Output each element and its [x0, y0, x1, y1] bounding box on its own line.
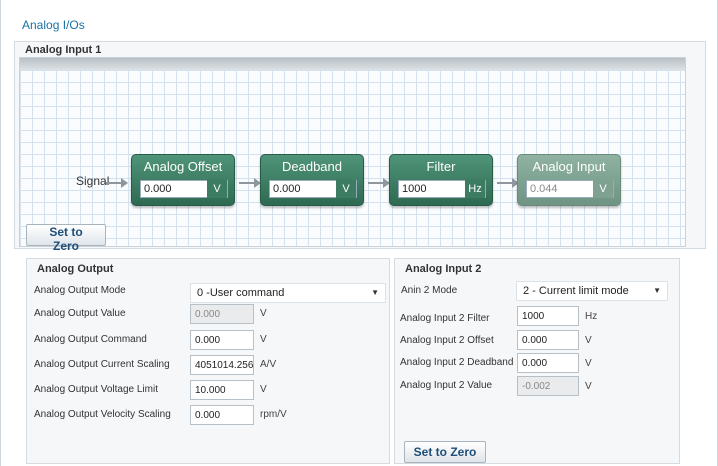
analog-output-command-field[interactable]	[190, 330, 254, 350]
dropdown-arrow-icon: ▼	[371, 288, 379, 297]
analog-input-2-deadband-field[interactable]	[517, 353, 579, 373]
analog-input-unit: V	[593, 180, 613, 198]
analog-input-block: Analog Input V	[517, 154, 621, 206]
analog-input-2-filter-label: Analog Input 2 Filter	[400, 313, 490, 324]
analog-output-current-scaling-field[interactable]	[190, 355, 254, 375]
analog-input-2-offset-label: Analog Input 2 Offset	[400, 335, 494, 346]
dropdown-arrow-icon: ▼	[653, 286, 661, 295]
analog-output-current-scaling-label: Analog Output Current Scaling	[34, 359, 170, 370]
filter-input[interactable]	[399, 181, 463, 197]
analog-output-velocity-scaling-unit: rpm/V	[260, 409, 287, 420]
deadband-block: Deadband V	[260, 154, 364, 206]
deadband-unit: V	[336, 180, 356, 198]
analog-input-2-set-to-zero-button[interactable]: Set to Zero	[404, 441, 486, 463]
analog-offset-title: Analog Offset	[143, 159, 223, 174]
arrow-right-icon	[239, 178, 261, 188]
analog-input-2-value-unit: V	[585, 381, 592, 392]
analog-offset-unit: V	[207, 180, 227, 198]
filter-block: Filter Hz	[389, 154, 493, 206]
deadband-input[interactable]	[270, 181, 334, 197]
page-title: Analog I/Os	[22, 18, 85, 32]
analog-input-2-deadband-unit: V	[585, 358, 592, 369]
analog-output-value-label: Analog Output Value	[34, 308, 126, 319]
analog-input-title: Analog Input	[532, 159, 606, 174]
analog-input-2-value-label: Analog Input 2 Value	[400, 380, 493, 391]
analog-input-field: V	[526, 180, 614, 198]
analog-output-velocity-scaling-field[interactable]	[190, 405, 254, 425]
anin-2-mode-value: 2 - Current limit mode	[523, 285, 629, 297]
analog-offset-block: Analog Offset V	[131, 154, 235, 206]
anin-2-mode-select[interactable]: 2 - Current limit mode ▼	[516, 281, 668, 301]
analog-output-voltage-limit-unit: V	[260, 384, 267, 395]
analog-input-2-deadband-label: Analog Input 2 Deadband	[400, 357, 514, 368]
analog-input-value	[527, 181, 591, 197]
deadband-title: Deadband	[282, 159, 342, 174]
analog-input-2-offset-field[interactable]	[517, 330, 579, 350]
filter-field: Hz	[398, 180, 486, 198]
analog-output-command-unit: V	[260, 334, 267, 345]
analog-input-2-offset-unit: V	[585, 335, 592, 346]
analog-input-2-value-field	[517, 376, 579, 396]
analog-output-mode-select[interactable]: 0 -User command ▼	[190, 283, 386, 303]
signal-label: Signal	[76, 174, 110, 188]
analog-input-2-filter-field[interactable]	[517, 306, 579, 326]
analog-output-value-unit: V	[260, 308, 267, 319]
set-to-zero-button[interactable]: Set to Zero	[26, 224, 106, 253]
analog-output-current-scaling-unit: A/V	[260, 359, 277, 370]
deadband-field: V	[269, 180, 357, 198]
analog-output-command-label: Analog Output Command	[34, 334, 147, 345]
filter-unit: Hz	[465, 180, 485, 198]
filter-title: Filter	[426, 159, 456, 174]
anin-2-mode-label: Anin 2 Mode	[401, 285, 458, 296]
arrow-right-icon	[368, 178, 390, 188]
analog-input-2-filter-unit: Hz	[585, 311, 598, 322]
analog-input-2-title: Analog Input 2	[405, 263, 482, 275]
analog-offset-input[interactable]	[141, 181, 205, 197]
analog-input-1-title: Analog Input 1	[25, 44, 102, 56]
arrow-right-icon	[497, 178, 519, 188]
analog-output-velocity-scaling-label: Analog Output Velocity Scaling	[34, 409, 171, 420]
arrow-right-icon	[106, 178, 128, 188]
diagram-header-bar	[20, 58, 685, 70]
analog-output-mode-value: 0 -User command	[197, 287, 285, 299]
signal-flow-diagram	[19, 57, 686, 247]
analog-output-title: Analog Output	[37, 263, 114, 275]
analog-output-value-field	[190, 304, 254, 324]
analog-output-voltage-limit-label: Analog Output Voltage Limit	[34, 384, 158, 395]
analog-output-mode-label: Analog Output Mode	[34, 285, 126, 296]
analog-offset-field: V	[140, 180, 228, 198]
analog-output-voltage-limit-field[interactable]	[190, 380, 254, 400]
